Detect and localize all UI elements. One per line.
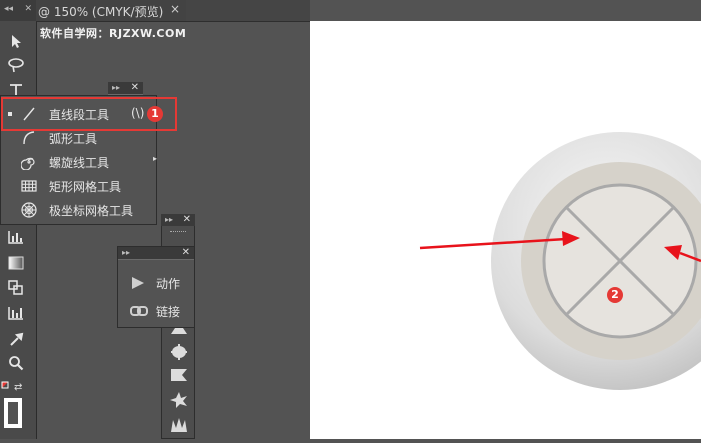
- flyout-item-polar-grid[interactable]: 极坐标网格工具: [1, 198, 158, 222]
- links-label: 链接: [156, 305, 181, 319]
- arrow-left: [419, 231, 580, 250]
- flag-icon[interactable]: [168, 366, 190, 386]
- spiral-icon: [21, 157, 35, 170]
- actions-panel-header[interactable]: ▸▸ ✕: [118, 247, 194, 259]
- arc-icon: [23, 131, 35, 145]
- divider: [118, 259, 194, 260]
- step-badge-1: 1: [147, 106, 163, 122]
- arrow-right: [664, 245, 701, 263]
- rectangular-grid-icon: [21, 180, 37, 192]
- actions-panel: ▸▸ ✕ 动作 链接: [117, 246, 195, 328]
- symbol-shifter-icon[interactable]: [168, 342, 190, 362]
- polar-grid-icon: [21, 202, 37, 218]
- actions-item[interactable]: 动作: [118, 271, 196, 295]
- flyout-item-spiral[interactable]: 螺旋线工具 ▸: [1, 150, 158, 174]
- flyout-label-polar-grid: 极坐标网格工具: [49, 204, 134, 218]
- actions-label: 动作: [156, 277, 181, 291]
- flyout-label-rect-grid: 矩形网格工具: [49, 180, 122, 194]
- panel-header-b[interactable]: ▸▸ ✕: [161, 214, 195, 226]
- link-icon: [130, 306, 148, 316]
- starburst-icon[interactable]: [168, 390, 190, 410]
- links-item[interactable]: 链接: [118, 299, 196, 323]
- flyout-item-rect-grid[interactable]: 矩形网格工具: [1, 174, 158, 198]
- panel-header-a[interactable]: ▸▸ ✕: [108, 82, 143, 94]
- grass-icon[interactable]: [168, 414, 190, 434]
- flyout-label-arc: 弧形工具: [49, 132, 98, 146]
- grip-icon: [170, 231, 186, 235]
- flyout-label-spiral: 螺旋线工具: [49, 156, 110, 170]
- submenu-arrow-icon: ▸: [153, 154, 158, 163]
- step-badge-2: 2: [607, 287, 623, 303]
- play-icon: [132, 277, 144, 289]
